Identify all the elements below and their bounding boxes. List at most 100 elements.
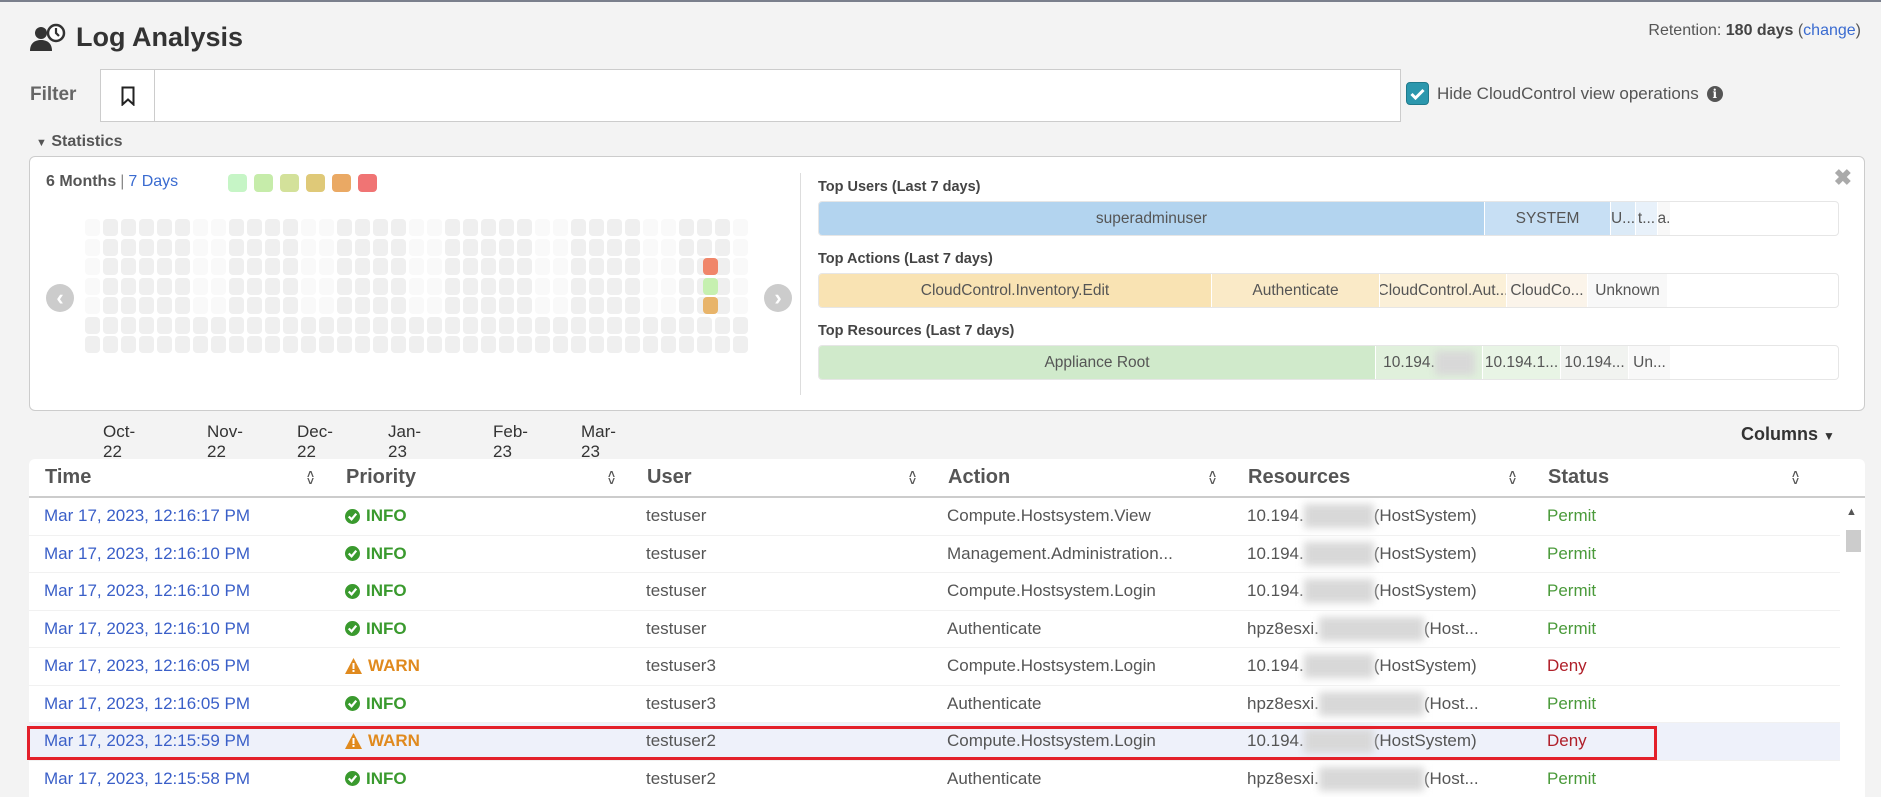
heatmap-cell[interactable] <box>643 239 658 256</box>
filter-input[interactable] <box>155 70 1400 121</box>
column-header-time[interactable]: Time˄˅ <box>29 459 330 496</box>
heatmap-cell[interactable] <box>463 278 478 295</box>
heatmap-cell[interactable] <box>643 317 658 334</box>
heatmap-cell[interactable] <box>607 278 622 295</box>
heatmap-cell[interactable] <box>517 297 532 314</box>
heatmap-cell[interactable] <box>265 278 280 295</box>
heatmap-cell[interactable] <box>607 317 622 334</box>
heatmap-cell[interactable] <box>553 239 568 256</box>
heatmap-cell[interactable] <box>319 239 334 256</box>
heatmap-cell[interactable] <box>571 278 586 295</box>
heatmap-cell[interactable] <box>283 278 298 295</box>
heatmap-cell[interactable] <box>229 219 244 236</box>
bar-segment[interactable]: a. <box>1658 202 1671 235</box>
heatmap-cell[interactable] <box>715 336 730 353</box>
heatmap-cell[interactable] <box>625 239 640 256</box>
heatmap-cell[interactable] <box>139 297 154 314</box>
bar-segment[interactable]: 10.194. <box>1376 346 1483 379</box>
heatmap-cell[interactable] <box>625 219 640 236</box>
heatmap-cell[interactable] <box>445 317 460 334</box>
heatmap-cell[interactable] <box>697 317 712 334</box>
heatmap-cell[interactable] <box>157 219 172 236</box>
heatmap-cell[interactable] <box>355 297 370 314</box>
range-7-days[interactable]: 7 Days <box>128 173 178 190</box>
heatmap-cell[interactable] <box>679 219 694 236</box>
heatmap-cell[interactable] <box>211 219 226 236</box>
heatmap-cell[interactable] <box>481 219 496 236</box>
heatmap-cell[interactable] <box>625 336 640 353</box>
heatmap-cell[interactable] <box>643 278 658 295</box>
heatmap-cell[interactable] <box>229 258 244 275</box>
heatmap-cell[interactable] <box>175 278 190 295</box>
heatmap-cell[interactable] <box>319 219 334 236</box>
heatmap-cell[interactable] <box>301 297 316 314</box>
heatmap-cell[interactable] <box>517 219 532 236</box>
heatmap-cell[interactable] <box>355 219 370 236</box>
heatmap-cell[interactable] <box>571 219 586 236</box>
heatmap-cell[interactable] <box>103 219 118 236</box>
heatmap-cell[interactable] <box>625 258 640 275</box>
heatmap-cell[interactable] <box>103 297 118 314</box>
heatmap-cell[interactable] <box>445 239 460 256</box>
table-row[interactable]: Mar 17, 2023, 12:16:17 PMINFOtestuserCom… <box>29 498 1840 536</box>
heatmap-cell[interactable] <box>175 239 190 256</box>
heatmap-cell[interactable] <box>121 336 136 353</box>
heatmap-cell[interactable] <box>391 317 406 334</box>
heatmap-cell[interactable] <box>625 317 640 334</box>
heatmap-cell[interactable] <box>265 317 280 334</box>
heatmap-cell-active[interactable] <box>703 258 718 275</box>
heatmap-cell[interactable] <box>193 219 208 236</box>
change-retention-link[interactable]: change <box>1803 22 1856 39</box>
table-row[interactable]: Mar 17, 2023, 12:16:05 PMINFOtestuser3Au… <box>29 686 1840 724</box>
columns-button[interactable]: Columns ▼ <box>1741 424 1835 445</box>
vertical-scrollbar[interactable]: ▲ <box>1840 500 1865 797</box>
heatmap-cell[interactable] <box>481 239 496 256</box>
heatmap-cell[interactable] <box>283 297 298 314</box>
heatmap-cell[interactable] <box>319 278 334 295</box>
heatmap-cell[interactable] <box>247 258 262 275</box>
heatmap-cell[interactable] <box>679 336 694 353</box>
heatmap-cell[interactable] <box>679 317 694 334</box>
heatmap-cell[interactable] <box>337 219 352 236</box>
heatmap-cell[interactable] <box>193 317 208 334</box>
heatmap-cell[interactable] <box>463 297 478 314</box>
heatmap-cell[interactable] <box>427 239 442 256</box>
heatmap-cell[interactable] <box>121 239 136 256</box>
heatmap-cell[interactable] <box>355 239 370 256</box>
heatmap-cell[interactable] <box>625 297 640 314</box>
heatmap-cell[interactable] <box>301 278 316 295</box>
heatmap-cell[interactable] <box>499 219 514 236</box>
bar-segment[interactable]: Un... <box>1629 346 1671 379</box>
heatmap-cell[interactable] <box>553 258 568 275</box>
heatmap-cell[interactable] <box>265 239 280 256</box>
heatmap-cell[interactable] <box>589 258 604 275</box>
heatmap-cell[interactable] <box>661 219 676 236</box>
heatmap-cell[interactable] <box>301 239 316 256</box>
heatmap-cell[interactable] <box>553 336 568 353</box>
heatmap-cell[interactable] <box>265 219 280 236</box>
heatmap-cell[interactable] <box>535 239 550 256</box>
heatmap-cell[interactable] <box>175 317 190 334</box>
bar-segment[interactable]: Authenticate <box>1212 274 1380 307</box>
heatmap-cell[interactable] <box>103 336 118 353</box>
heatmap-cell[interactable] <box>517 278 532 295</box>
heatmap-cell[interactable] <box>589 317 604 334</box>
table-row[interactable]: Mar 17, 2023, 12:16:05 PMWARNtestuser3Co… <box>29 648 1840 686</box>
heatmap-cell[interactable] <box>283 336 298 353</box>
heatmap-cell[interactable] <box>553 317 568 334</box>
heatmap-cell[interactable] <box>463 239 478 256</box>
bar-segment[interactable]: U... <box>1611 202 1636 235</box>
column-header-user[interactable]: User˄˅ <box>631 459 932 496</box>
heatmap-cell[interactable] <box>733 278 748 295</box>
heatmap-cell[interactable] <box>445 278 460 295</box>
heatmap-cell[interactable] <box>121 278 136 295</box>
heatmap-cell[interactable] <box>355 258 370 275</box>
sort-icon[interactable]: ˄˅ <box>307 471 314 485</box>
heatmap-cell[interactable] <box>391 336 406 353</box>
heatmap-cell[interactable] <box>409 239 424 256</box>
bookmark-button[interactable] <box>101 70 155 121</box>
statistics-toggle[interactable]: ▼ Statistics <box>36 133 122 151</box>
bar-segment[interactable]: 10.194.1... <box>1483 346 1561 379</box>
heatmap-cell[interactable] <box>139 258 154 275</box>
table-row[interactable]: Mar 17, 2023, 12:16:10 PMINFOtestuserMan… <box>29 536 1840 574</box>
